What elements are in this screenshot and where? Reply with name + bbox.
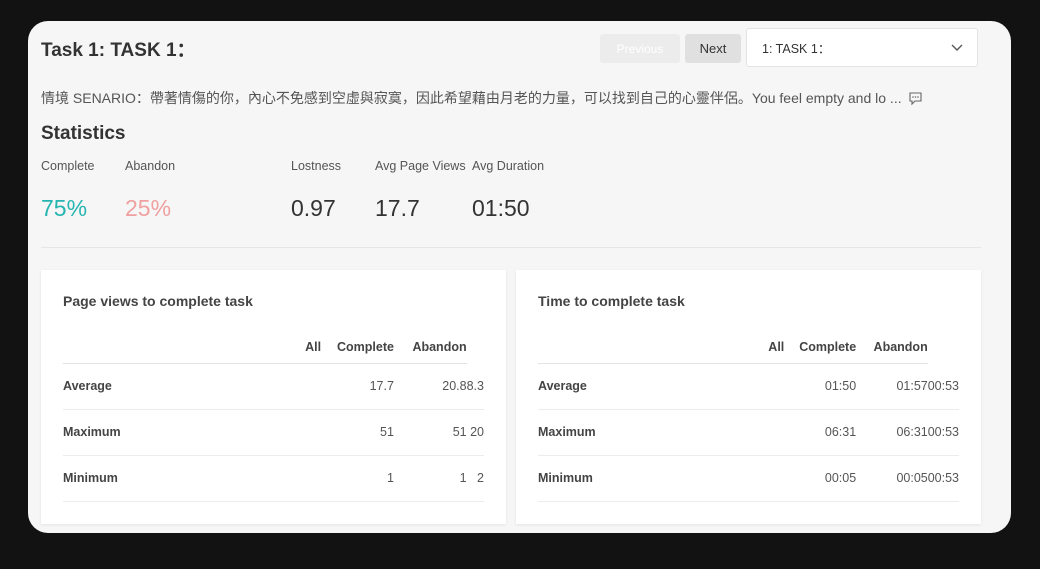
complete-rate: 75% [41, 195, 88, 221]
divider [41, 247, 981, 248]
table-cell: 8.3 [466, 363, 484, 410]
previous-button[interactable]: Previous [600, 34, 680, 63]
scenario-text: 情境 SENARIO：帶著情傷的你，內心不免感到空虛與寂寞，因此希望藉由月老的力… [41, 88, 971, 108]
table-cell: 00:05 [784, 455, 857, 502]
avg-page-views-value: 17.7 [375, 195, 420, 221]
task-report-window: Task 1: TASK 1： Previous Next 1: TASK 1：… [28, 21, 1011, 533]
chevron-down-icon [951, 44, 963, 51]
table-cell: 00:53 [927, 409, 959, 456]
complete-label: Complete [41, 159, 95, 173]
column-header: Abandon [393, 328, 467, 364]
table-cell: 00:53 [927, 363, 959, 410]
table-header-row: All Complete Abandon [63, 328, 484, 364]
table-cell: 20 [466, 409, 484, 456]
table-cell: 00:05 [856, 455, 928, 502]
avg-page-views-label: Avg Page Views [375, 159, 466, 173]
page-views-card-title: Page views to complete task [63, 293, 253, 309]
row-label: Maximum [538, 409, 785, 456]
table-cell: 01:57 [856, 363, 928, 410]
table-row: Minimum 00:05 00:05 00:53 [538, 455, 959, 502]
task-select[interactable]: 1: TASK 1： [746, 28, 978, 67]
column-header: All [538, 328, 785, 364]
abandon-rate: 25% [125, 195, 172, 221]
row-label: Minimum [538, 455, 785, 502]
table-cell: 00:53 [927, 455, 959, 502]
time-table: All Complete Abandon Average 01:50 01:57… [538, 328, 959, 502]
table-header-row: All Complete Abandon [538, 328, 959, 364]
next-button[interactable]: Next [685, 34, 741, 63]
lostness-value: 0.97 [291, 195, 336, 221]
row-label: Maximum [63, 409, 322, 456]
table-cell: 17.7 [321, 363, 394, 410]
table-row: Minimum 1 1 2 [63, 455, 484, 502]
task-select-value: 1: TASK 1： [762, 42, 831, 56]
table-cell: 2 [466, 455, 484, 502]
page-views-card: Page views to complete task All Complete… [41, 270, 506, 524]
table-cell: 51 [393, 409, 467, 456]
lostness-label: Lostness [291, 159, 342, 173]
table-row: Average 17.7 20.8 8.3 [63, 363, 484, 410]
table-cell: 01:50 [784, 363, 857, 410]
table-cell: 06:31 [784, 409, 857, 456]
time-card-title: Time to complete task [538, 293, 685, 309]
row-label: Minimum [63, 455, 322, 502]
table-cell: 51 [321, 409, 394, 456]
row-label: Average [63, 363, 322, 410]
table-row: Average 01:50 01:57 00:53 [538, 363, 959, 410]
time-card: Time to complete task All Complete Aband… [516, 270, 981, 524]
table-row: Maximum 06:31 06:31 00:53 [538, 409, 959, 456]
statistics-heading: Statistics [41, 123, 126, 144]
table-cell: 06:31 [856, 409, 928, 456]
table-row: Maximum 51 51 20 [63, 409, 484, 456]
page-title: Task 1: TASK 1： [41, 40, 196, 61]
column-header: Complete [784, 328, 857, 364]
abandon-label: Abandon [125, 159, 176, 173]
table-cell: 20.8 [393, 363, 467, 410]
scenario-description: 情境 SENARIO：帶著情傷的你，內心不免感到空虛與寂寞，因此希望藉由月老的力… [41, 90, 902, 106]
comment-icon[interactable] [908, 91, 923, 106]
row-label: Average [538, 363, 785, 410]
table-cell: 1 [393, 455, 467, 502]
table-cell: 1 [321, 455, 394, 502]
avg-duration-label: Avg Duration [472, 159, 545, 173]
page-views-table: All Complete Abandon Average 17.7 20.8 8… [63, 328, 484, 502]
column-header: Complete [321, 328, 394, 364]
column-header: Abandon [856, 328, 928, 364]
column-header: All [63, 328, 322, 364]
avg-duration-value: 01:50 [472, 195, 530, 221]
